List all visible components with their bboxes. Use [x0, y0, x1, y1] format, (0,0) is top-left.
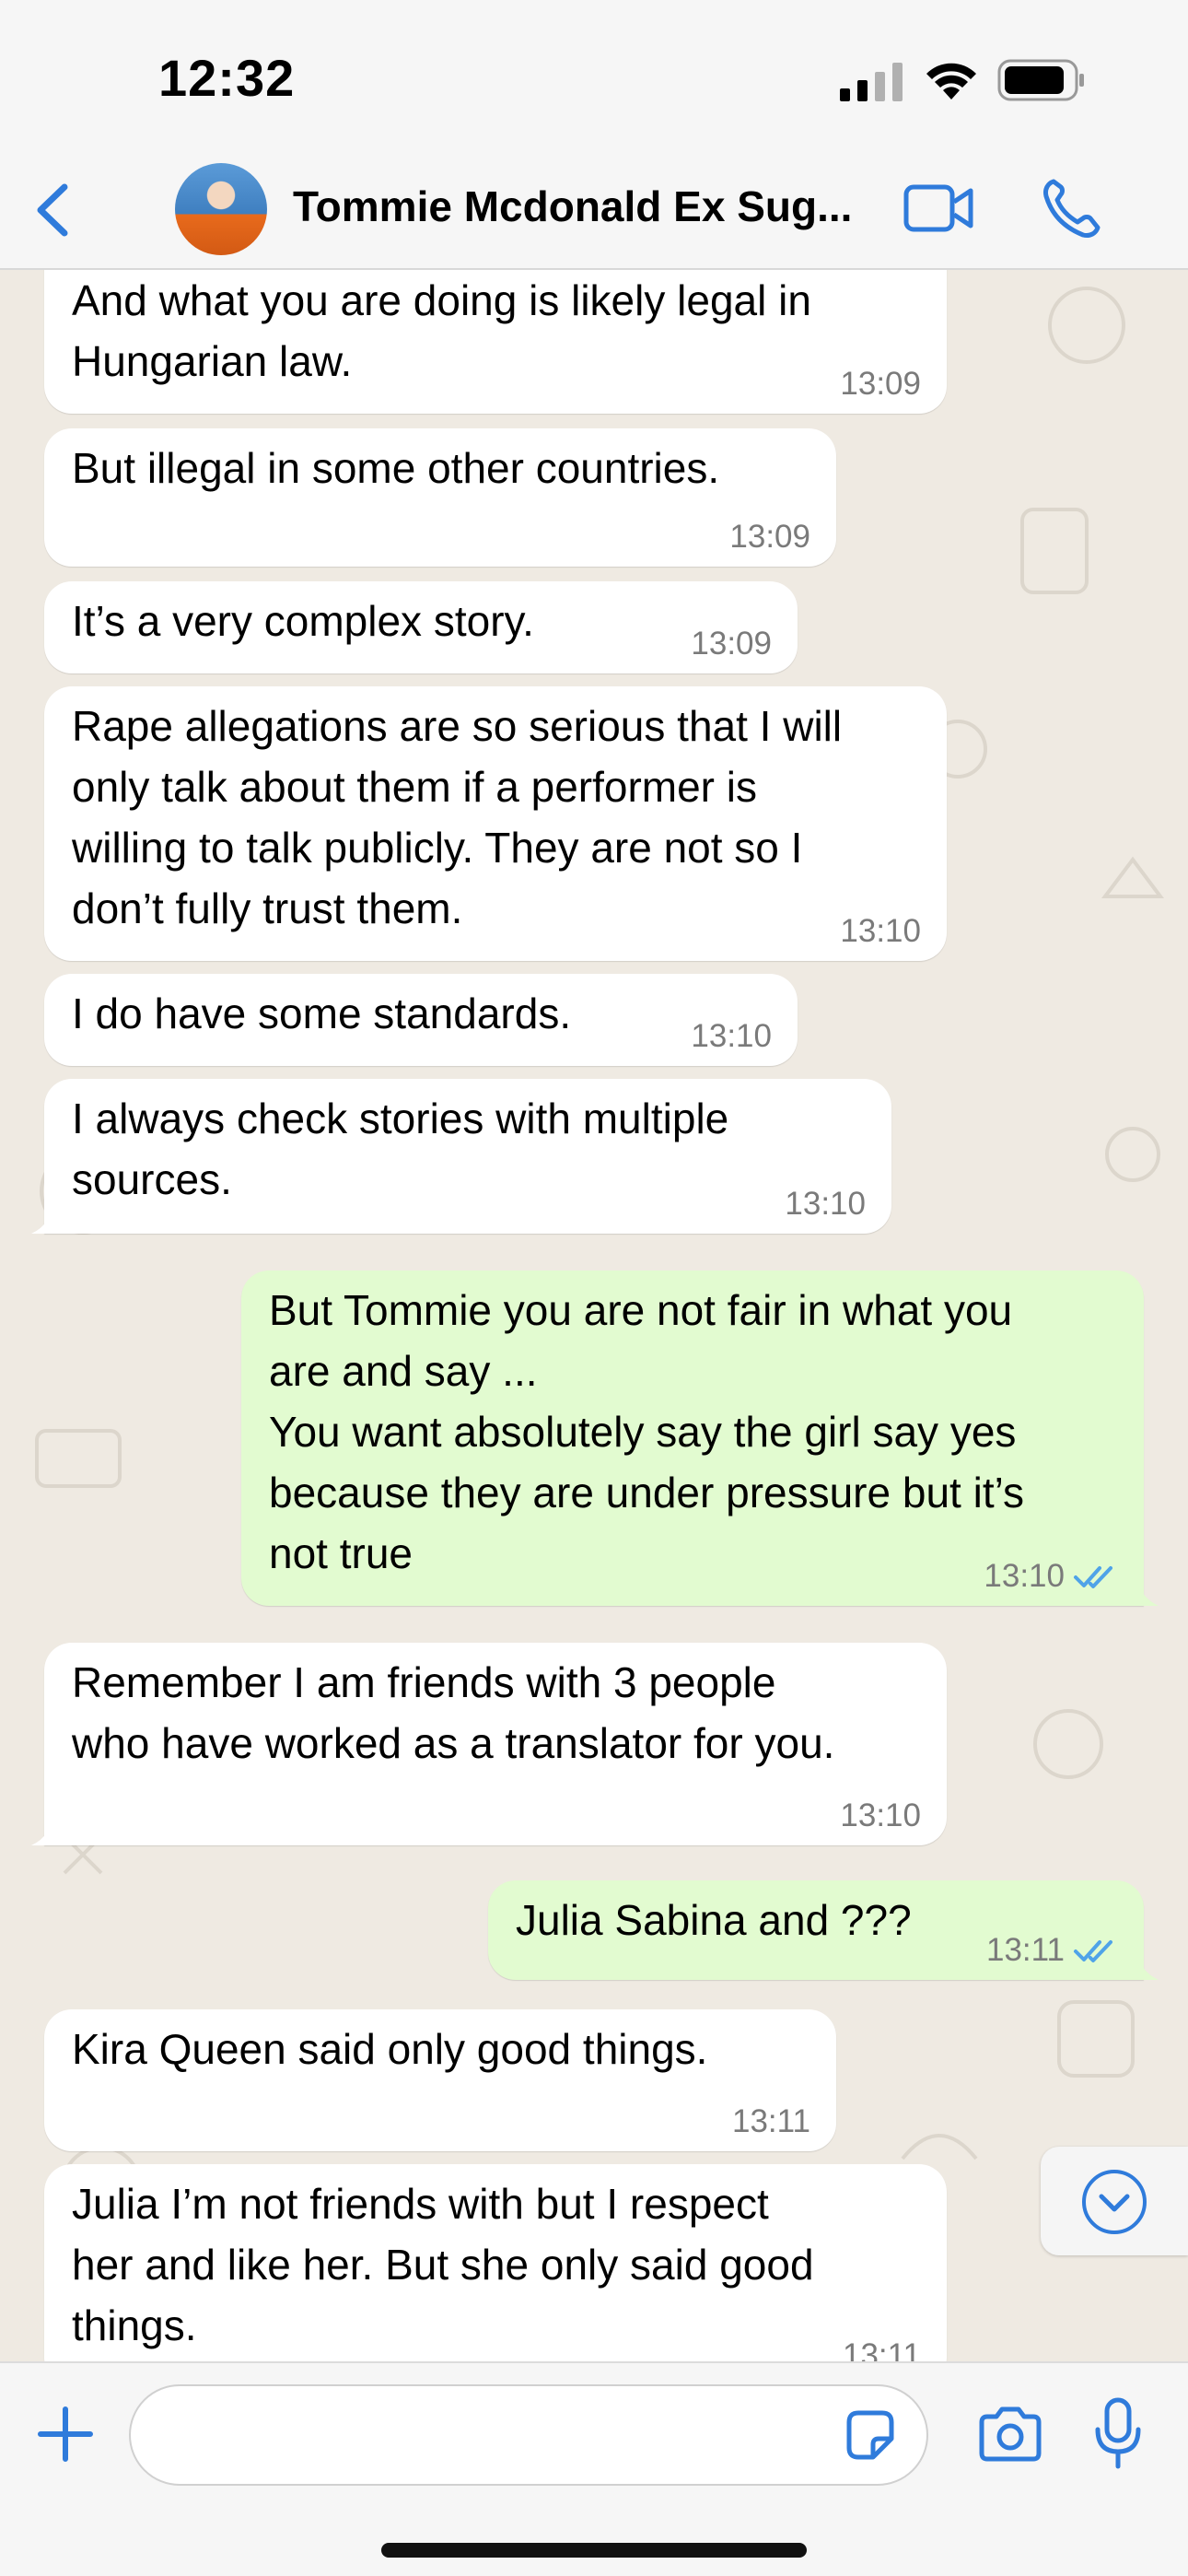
- message-time: 13:10: [691, 1018, 772, 1054]
- message-bubble-incoming[interactable]: Rape allegations are so serious that I w…: [44, 686, 947, 961]
- contact-avatar[interactable]: [175, 163, 267, 255]
- home-indicator: [381, 2543, 807, 2558]
- message-time: 13:11: [843, 2337, 921, 2361]
- message-bubble-incoming[interactable]: It’s a very complex story. 13:09: [44, 581, 798, 673]
- message-meta: 13:10: [840, 1797, 921, 1834]
- sticker-icon[interactable]: [840, 2406, 899, 2465]
- message-time: 13:10: [984, 1558, 1065, 1594]
- video-camera-icon[interactable]: [903, 178, 974, 239]
- message-bubble-incoming[interactable]: I do have some standards. 13:10: [44, 974, 798, 1066]
- message-text: Rape allegations are so serious that I w…: [72, 702, 843, 932]
- message-time: 13:10: [840, 1797, 921, 1833]
- message-meta: 13:10: [785, 1186, 866, 1223]
- message-bubble-incoming[interactable]: Kira Queen said only good things. 13:11: [44, 2009, 836, 2151]
- bubble-tail: [31, 1197, 68, 1234]
- message-time: 13:10: [840, 913, 921, 949]
- message-text: And what you are doing is likely legal i…: [72, 276, 811, 385]
- message-text: I do have some standards.: [72, 989, 572, 1037]
- message-text: Remember I am friends with 3 people who …: [72, 1658, 835, 1767]
- read-receipt-icon: [1074, 1940, 1112, 1962]
- chat-header: Tommie Mcdonald Ex Sug...: [0, 152, 1188, 270]
- message-text: Kira Queen said only good things.: [72, 2025, 708, 2073]
- cellular-signal-icon: [840, 63, 903, 101]
- phone-icon[interactable]: [1041, 176, 1101, 240]
- message-time: 13:10: [785, 1186, 866, 1222]
- message-bubble-outgoing[interactable]: But Tommie you are not fair in what you …: [241, 1270, 1159, 1606]
- chevron-down-circle-icon: [1082, 2170, 1147, 2234]
- message-bubble-incoming[interactable]: I always check stories with multiple sou…: [31, 1079, 891, 1234]
- message-text: But illegal in some other countries.: [72, 444, 720, 492]
- wifi-icon: [926, 63, 976, 100]
- message-bubble-incoming[interactable]: But illegal in some other countries. 13:…: [44, 428, 836, 567]
- message-meta: 13:11: [732, 2103, 810, 2140]
- bubble-tail: [31, 1809, 68, 1845]
- scroll-to-bottom-button[interactable]: [1041, 2147, 1188, 2255]
- message-meta: 13:11: [986, 1932, 1118, 1969]
- camera-icon[interactable]: [976, 2404, 1044, 2465]
- bubble-tail: [1122, 1569, 1159, 1606]
- bubble-tail: [1122, 1943, 1159, 1980]
- message-bubble-incoming[interactable]: And what you are doing is likely legal i…: [44, 270, 947, 414]
- message-meta: 13:09: [729, 519, 810, 556]
- message-text: Julia I’m not friends with but I respect…: [72, 2180, 814, 2349]
- message-text: But Tommie you are not fair in what you …: [269, 1286, 1024, 1577]
- status-bar: 12:32: [0, 0, 1188, 152]
- message-meta: 13:11: [843, 2337, 921, 2361]
- message-text: It’s a very complex story.: [72, 597, 534, 645]
- message-meta: 13:09: [691, 626, 772, 662]
- chevron-left-icon[interactable]: [29, 178, 77, 242]
- message-meta: 13:10: [840, 913, 921, 950]
- composer-bar: [0, 2361, 1188, 2576]
- message-input[interactable]: [129, 2384, 928, 2486]
- message-time: 13:11: [986, 1932, 1065, 1968]
- read-receipt-icon: [1074, 1566, 1112, 1588]
- message-text: I always check stories with multiple sou…: [72, 1095, 729, 1203]
- message-bubble-incoming[interactable]: Julia I’m not friends with but I respect…: [44, 2164, 947, 2361]
- contact-name[interactable]: Tommie Mcdonald Ex Sug...: [293, 181, 882, 231]
- status-time: 12:32: [158, 49, 296, 107]
- battery-icon: [997, 59, 1084, 101]
- message-time: 13:09: [840, 366, 921, 402]
- chat-area[interactable]: And what you are doing is likely legal i…: [0, 270, 1188, 2361]
- message-time: 13:09: [691, 626, 772, 662]
- message-bubble-incoming[interactable]: Remember I am friends with 3 people who …: [31, 1643, 947, 1845]
- message-time: 13:11: [732, 2103, 810, 2139]
- message-bubble-outgoing[interactable]: Julia Sabina and ??? 13:11: [488, 1880, 1159, 1980]
- message-meta: 13:10: [984, 1558, 1118, 1595]
- plus-icon[interactable]: [33, 2402, 98, 2466]
- message-time: 13:09: [729, 519, 810, 555]
- microphone-icon[interactable]: [1092, 2396, 1144, 2470]
- message-meta: 13:09: [840, 366, 921, 403]
- message-meta: 13:10: [691, 1018, 772, 1055]
